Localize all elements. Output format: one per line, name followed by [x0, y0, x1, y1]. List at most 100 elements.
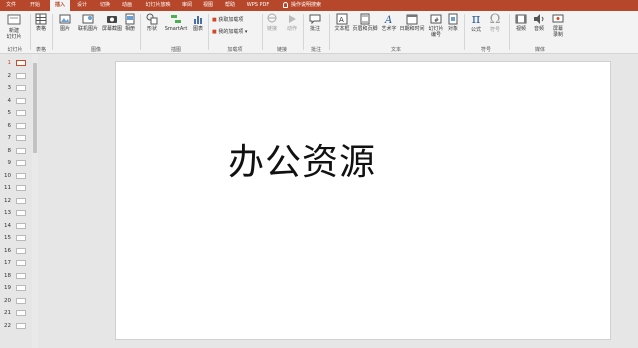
get-addins-label: 获取加载项 [218, 17, 244, 23]
group-label-links: 链接 [276, 47, 287, 53]
action-label: 动作 [286, 26, 297, 32]
group-divider [509, 14, 510, 50]
equation-button[interactable]: π 公式 [469, 13, 483, 33]
slide-thumbnail-preview [16, 60, 26, 66]
album-button[interactable]: 相册 [124, 13, 136, 32]
speaker-icon [534, 14, 544, 24]
slide-thumbnail-number: 10 [4, 172, 11, 179]
slide-thumbnail-number: 11 [4, 185, 11, 191]
get-addins-button[interactable]: ■ 获取加载项 [212, 17, 243, 24]
online-picture-icon [82, 14, 94, 24]
tab-view[interactable]: 视图 [199, 0, 217, 11]
video-button[interactable]: 视频 [514, 13, 528, 32]
tab-insert[interactable]: 插入 [50, 0, 70, 11]
tab-home[interactable]: 开始 [26, 0, 44, 11]
slide-number-icon: # [430, 14, 442, 24]
symbol-button[interactable]: Ω 符号 [488, 13, 502, 33]
tell-me-search[interactable]: 操作说明搜索 [283, 0, 321, 11]
slide-thumbnail-preview [16, 122, 26, 129]
slide-thumbnail-preview [16, 185, 26, 191]
picture-button[interactable]: 图片 [56, 13, 74, 32]
comment-button[interactable]: 批注 [308, 13, 322, 32]
svg-text:A: A [339, 16, 344, 24]
calendar-icon [406, 14, 418, 25]
header-footer-button[interactable]: 页眉和页脚 [352, 13, 378, 32]
slide-thumbnail-number: 3 [7, 85, 12, 91]
screenshot-button[interactable]: 屏幕截图 [101, 13, 123, 32]
slide-thumbnail-preview [16, 297, 26, 304]
tab-slideshow[interactable]: 幻灯片放映 [140, 0, 176, 11]
group-label-addins: 加载项 [227, 47, 243, 53]
online-picture-button[interactable]: 联机图片 [77, 13, 99, 32]
pi-icon: π [471, 12, 481, 27]
slide-thumbnail-preview [16, 197, 26, 204]
slide-thumbnail-number: 20 [4, 297, 11, 304]
smartart-button[interactable]: SmartArt [163, 13, 189, 32]
group-divider [303, 14, 304, 50]
date-time-button[interactable]: 日期和时间 [399, 13, 425, 32]
slide-thumbnail-preview [16, 272, 26, 279]
table-button[interactable]: 表格 [33, 13, 49, 32]
slide-number-button[interactable]: # 幻灯片 编号 [427, 13, 445, 38]
screen-record-button[interactable]: 屏幕 录制 [550, 13, 566, 38]
tab-transitions[interactable]: 切换 [96, 0, 114, 11]
tab-help[interactable]: 帮助 [221, 0, 239, 11]
thumbnails-scrollbar[interactable] [32, 54, 38, 348]
group-label-media: 媒体 [534, 47, 545, 53]
tab-design[interactable]: 设计 [73, 0, 91, 11]
album-label: 相册 [124, 26, 135, 32]
slide-thumbnail-number: 5 [7, 110, 12, 116]
slide-thumbnail-number: 16 [4, 247, 11, 254]
slide-thumbnail-preview [16, 310, 26, 316]
wordart-icon: A [384, 15, 392, 25]
action-button[interactable]: 动作 [286, 13, 298, 32]
slide-title-text[interactable]: 办公资源 [228, 133, 376, 185]
slide-thumbnail-preview [16, 160, 26, 166]
slide-thumbnail-preview [16, 135, 26, 141]
svg-text:A: A [384, 15, 392, 25]
lightbulb-icon [283, 1, 288, 8]
link-icon [267, 13, 277, 23]
slide-thumbnail-number: 19 [4, 285, 11, 291]
tab-wps-pdf[interactable]: WPS PDF [244, 0, 272, 11]
video-label: 视频 [515, 26, 526, 32]
store-icon: ■ [212, 17, 217, 23]
new-slide-button[interactable]: 新建 幻灯片 [4, 13, 24, 40]
object-icon [448, 13, 458, 25]
slide-thumbnail-number: 15 [4, 235, 11, 241]
chart-button[interactable]: 图表 [191, 13, 205, 32]
slide-thumbnail-preview [16, 210, 26, 216]
group-divider [464, 14, 465, 50]
equation-label: 公式 [470, 27, 481, 33]
slide-thumbnail-preview [16, 85, 26, 91]
tab-file[interactable]: 文件 [2, 0, 20, 11]
current-slide[interactable] [115, 61, 611, 340]
slide-thumbnail-number: 6 [7, 122, 12, 129]
slide-thumbnail-number: 13 [4, 210, 11, 216]
group-divider [140, 14, 141, 50]
link-button[interactable]: 链接 [266, 13, 278, 32]
group-divider [30, 14, 31, 50]
my-addins-button[interactable]: ■ 我的加载项 ▾ [212, 29, 247, 36]
smartart-icon [171, 15, 181, 23]
tab-review[interactable]: 审阅 [178, 0, 196, 11]
header-footer-icon [360, 13, 370, 25]
slide-thumbnail-preview [16, 147, 26, 154]
group-divider [329, 14, 330, 50]
tab-animations[interactable]: 动画 [118, 0, 136, 11]
svg-text:#: # [434, 17, 439, 24]
new-slide-icon [7, 14, 21, 25]
album-icon [125, 13, 135, 25]
slide-number-label: 幻灯片 编号 [428, 26, 444, 38]
textbox-button[interactable]: A 文本框 [333, 13, 351, 32]
my-addins-label: 我的加载项 [218, 29, 244, 35]
audio-button[interactable]: 音频 [532, 13, 546, 32]
textbox-label: 文本框 [334, 26, 350, 32]
scrollbar-thumb[interactable] [33, 63, 37, 153]
group-divider [52, 14, 53, 50]
shapes-button[interactable]: 形状 [145, 13, 159, 32]
object-button[interactable]: 对象 [447, 13, 459, 32]
wordart-button[interactable]: A 艺术字 [380, 13, 398, 32]
screen-record-icon [552, 14, 564, 23]
slide-thumbnail-number: 4 [7, 97, 12, 104]
